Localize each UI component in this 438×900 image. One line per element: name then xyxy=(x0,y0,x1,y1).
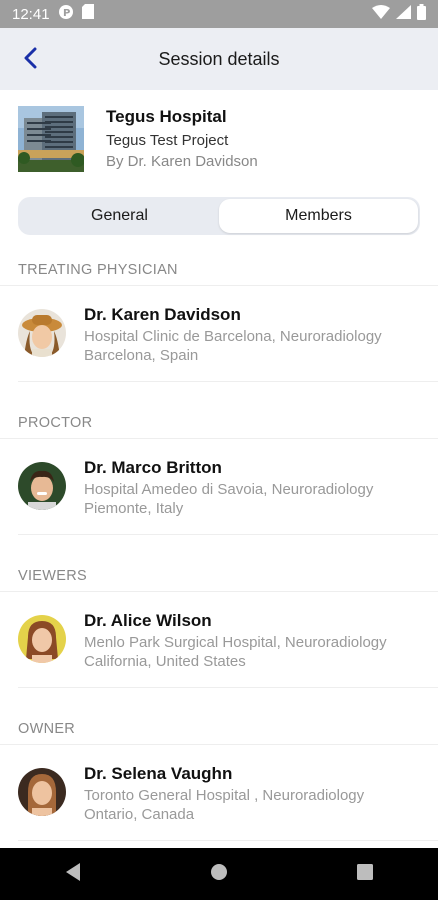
back-chevron-icon xyxy=(23,47,39,74)
section-label-treating-physician: TREATING PHYSICIAN xyxy=(18,262,178,278)
project-name: Tegus Test Project xyxy=(106,132,229,149)
avatar xyxy=(18,309,66,357)
divider xyxy=(18,381,438,382)
member-hospital: Hospital Amedeo di Savoia, Neuroradiolog… xyxy=(84,481,374,498)
app-bar: Session details xyxy=(0,28,438,90)
member-row[interactable]: Dr. Karen Davidson Hospital Clinic de Ba… xyxy=(0,287,438,381)
member-location: Piemonte, Italy xyxy=(84,500,184,517)
divider xyxy=(18,534,438,535)
nav-home-button[interactable] xyxy=(199,854,239,894)
member-hospital: Toronto General Hospital , Neuroradiolog… xyxy=(84,787,365,804)
member-hospital: Hospital Clinic de Barcelona, Neuroradio… xyxy=(84,328,382,345)
section-label-owner: OWNER xyxy=(18,721,76,737)
wifi-icon xyxy=(372,4,390,24)
divider xyxy=(0,591,438,592)
member-hospital: Menlo Park Surgical Hospital, Neuroradio… xyxy=(84,634,387,651)
avatar xyxy=(18,615,66,663)
nav-recents-button[interactable] xyxy=(345,854,385,894)
back-triangle-icon xyxy=(64,862,82,887)
member-location: California, United States xyxy=(84,653,246,670)
status-bar: 12:41 P xyxy=(0,0,438,28)
tab-members[interactable]: Members xyxy=(219,199,418,233)
system-nav-bar xyxy=(0,848,438,900)
nav-back-button[interactable] xyxy=(53,854,93,894)
member-location: Ontario, Canada xyxy=(84,806,195,823)
hospital-image xyxy=(18,106,84,172)
member-name: Dr. Alice Wilson xyxy=(84,611,212,630)
member-location: Barcelona, Spain xyxy=(84,347,199,364)
signal-icon xyxy=(396,4,411,24)
divider xyxy=(0,744,438,745)
divider xyxy=(0,285,438,286)
divider xyxy=(18,840,438,841)
page-title: Session details xyxy=(158,48,280,69)
section-label-proctor: PROCTOR xyxy=(18,415,93,431)
battery-icon xyxy=(417,3,426,25)
tab-general[interactable]: General xyxy=(20,199,219,233)
member-row[interactable]: Dr. Marco Britton Hospital Amedeo di Sav… xyxy=(0,440,438,534)
project-hospital-title: Tegus Hospital xyxy=(106,107,227,126)
segmented-tabs: General Members xyxy=(18,197,420,235)
member-name: Dr. Selena Vaughn xyxy=(84,764,233,783)
p-circle-icon: P xyxy=(58,4,74,25)
svg-text:P: P xyxy=(63,8,70,19)
session-header: Tegus Hospital Tegus Test Project By Dr.… xyxy=(0,90,438,186)
divider xyxy=(18,687,438,688)
member-name: Dr. Marco Britton xyxy=(84,458,222,477)
section-label-viewers: VIEWERS xyxy=(18,568,87,584)
back-button[interactable] xyxy=(14,43,48,77)
avatar xyxy=(18,768,66,816)
member-row[interactable]: Dr. Selena Vaughn Toronto General Hospit… xyxy=(0,746,438,840)
divider xyxy=(0,438,438,439)
project-owner: By Dr. Karen Davidson xyxy=(106,153,258,170)
member-row[interactable]: Dr. Alice Wilson Menlo Park Surgical Hos… xyxy=(0,593,438,687)
status-time: 12:41 xyxy=(12,5,50,23)
sd-card-icon xyxy=(81,4,94,24)
avatar xyxy=(18,462,66,510)
member-name: Dr. Karen Davidson xyxy=(84,305,241,324)
home-circle-icon xyxy=(210,863,228,886)
recents-square-icon xyxy=(357,863,373,885)
